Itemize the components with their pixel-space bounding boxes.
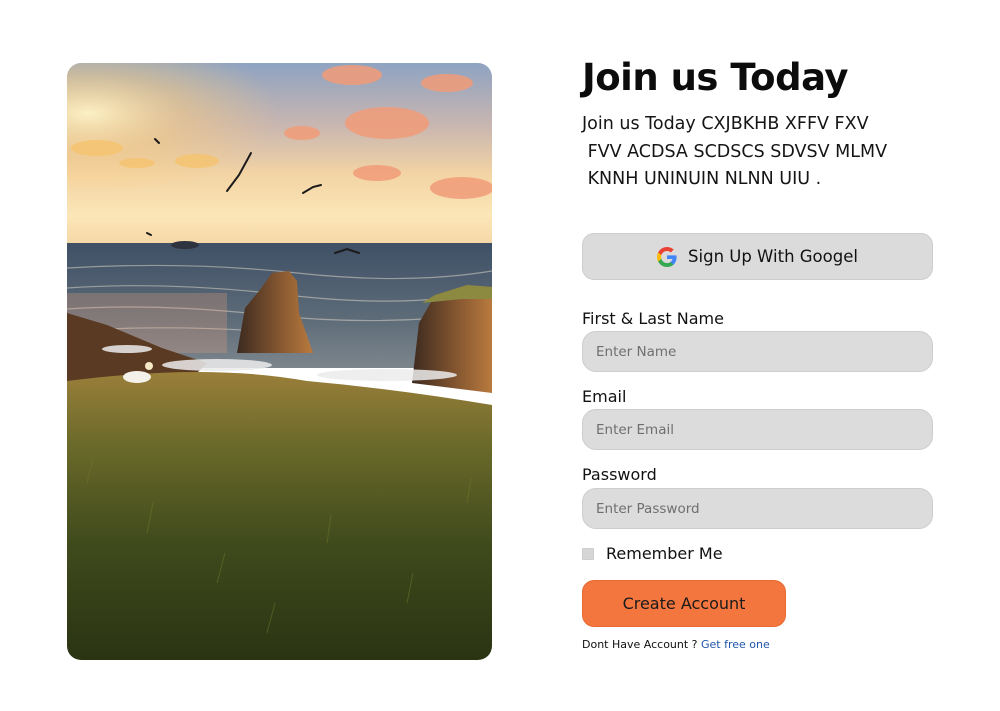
- email-input[interactable]: [582, 409, 933, 450]
- email-label: Email: [582, 387, 627, 406]
- footer-signin-prompt: Dont Have Account ? Get free one: [582, 638, 770, 651]
- hero-image: [67, 63, 492, 660]
- name-input[interactable]: [582, 331, 933, 372]
- name-label: First & Last Name: [582, 309, 724, 328]
- page-title: Join us Today: [582, 56, 849, 99]
- password-input[interactable]: [582, 488, 933, 529]
- description-line: Join us Today CXJBKHB XFFV FXV: [582, 114, 869, 134]
- google-icon: [657, 246, 677, 267]
- google-signup-label: Sign Up With Googel: [688, 247, 858, 266]
- page-description: Join us Today CXJBKHB XFFV FXV FVV ACDSA…: [582, 111, 922, 194]
- password-label: Password: [582, 465, 657, 484]
- create-account-button[interactable]: Create Account: [582, 580, 786, 627]
- get-free-one-link[interactable]: Get free one: [701, 638, 770, 651]
- remember-me-checkbox[interactable]: [582, 547, 594, 560]
- remember-me-label: Remember Me: [606, 544, 723, 563]
- remember-me: Remember Me: [582, 544, 723, 563]
- description-line: FVV ACDSA SCDSCS SDVSV MLMV: [582, 141, 888, 162]
- footer-prompt-text: Dont Have Account ?: [582, 638, 702, 651]
- google-signup-button[interactable]: Sign Up With Googel: [582, 233, 933, 280]
- description-line: KNNH UNINUIN NLNN UIU .: [582, 169, 822, 189]
